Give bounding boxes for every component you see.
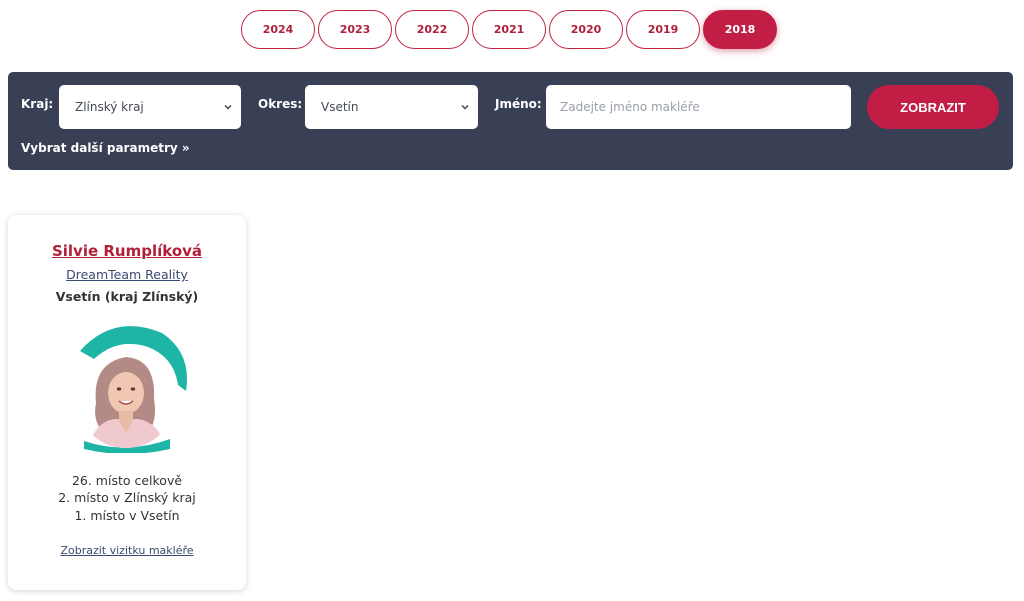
- year-tabs: 2024 2023 2022 2021 2020 2019 2018: [241, 10, 777, 49]
- district-select-value: Vsetín: [321, 100, 359, 114]
- year-tab-2018[interactable]: 2018: [703, 10, 777, 49]
- region-label: Kraj:: [21, 97, 54, 111]
- profile-link[interactable]: Zobrazit vizitku makléře: [8, 544, 246, 557]
- chevron-down-icon: [461, 104, 469, 110]
- district-select[interactable]: Vsetín: [305, 85, 478, 129]
- district-label: Okres:: [258, 97, 303, 111]
- more-params-link[interactable]: Vybrat další parametry »: [21, 141, 190, 155]
- page: 2024 2023 2022 2021 2020 2019 2018 Kraj:…: [0, 0, 1024, 601]
- filter-bar: Kraj: Zlínský kraj Okres: Vsetín Jméno: …: [8, 72, 1013, 170]
- chevron-down-icon: [224, 104, 232, 110]
- avatar: [76, 326, 187, 453]
- year-tab-2021[interactable]: 2021: [472, 10, 546, 49]
- region-select[interactable]: Zlínský kraj: [59, 85, 241, 129]
- rank-district: 1. místo v Vsetín: [74, 508, 180, 523]
- show-button[interactable]: ZOBRAZIT: [867, 85, 999, 129]
- year-tab-2019[interactable]: 2019: [626, 10, 700, 49]
- year-tab-2023[interactable]: 2023: [318, 10, 392, 49]
- name-label: Jméno:: [495, 97, 542, 111]
- rank-overall: 26. místo celkově: [71, 473, 183, 488]
- agency-link[interactable]: DreamTeam Reality: [8, 267, 246, 282]
- year-tab-2020[interactable]: 2020: [549, 10, 623, 49]
- year-tab-2024[interactable]: 2024: [241, 10, 315, 49]
- year-tab-2022[interactable]: 2022: [395, 10, 469, 49]
- agent-card: Silvie Rumplíková DreamTeam Reality Vset…: [8, 215, 246, 590]
- agent-location: Vsetín (kraj Zlínský): [55, 289, 199, 304]
- region-select-value: Zlínský kraj: [75, 100, 144, 114]
- rank-region: 2. místo v Zlínský kraj: [58, 490, 196, 505]
- agent-name-link[interactable]: Silvie Rumplíková: [8, 242, 246, 260]
- agent-name-input[interactable]: Zadejte jméno makléře: [546, 85, 851, 129]
